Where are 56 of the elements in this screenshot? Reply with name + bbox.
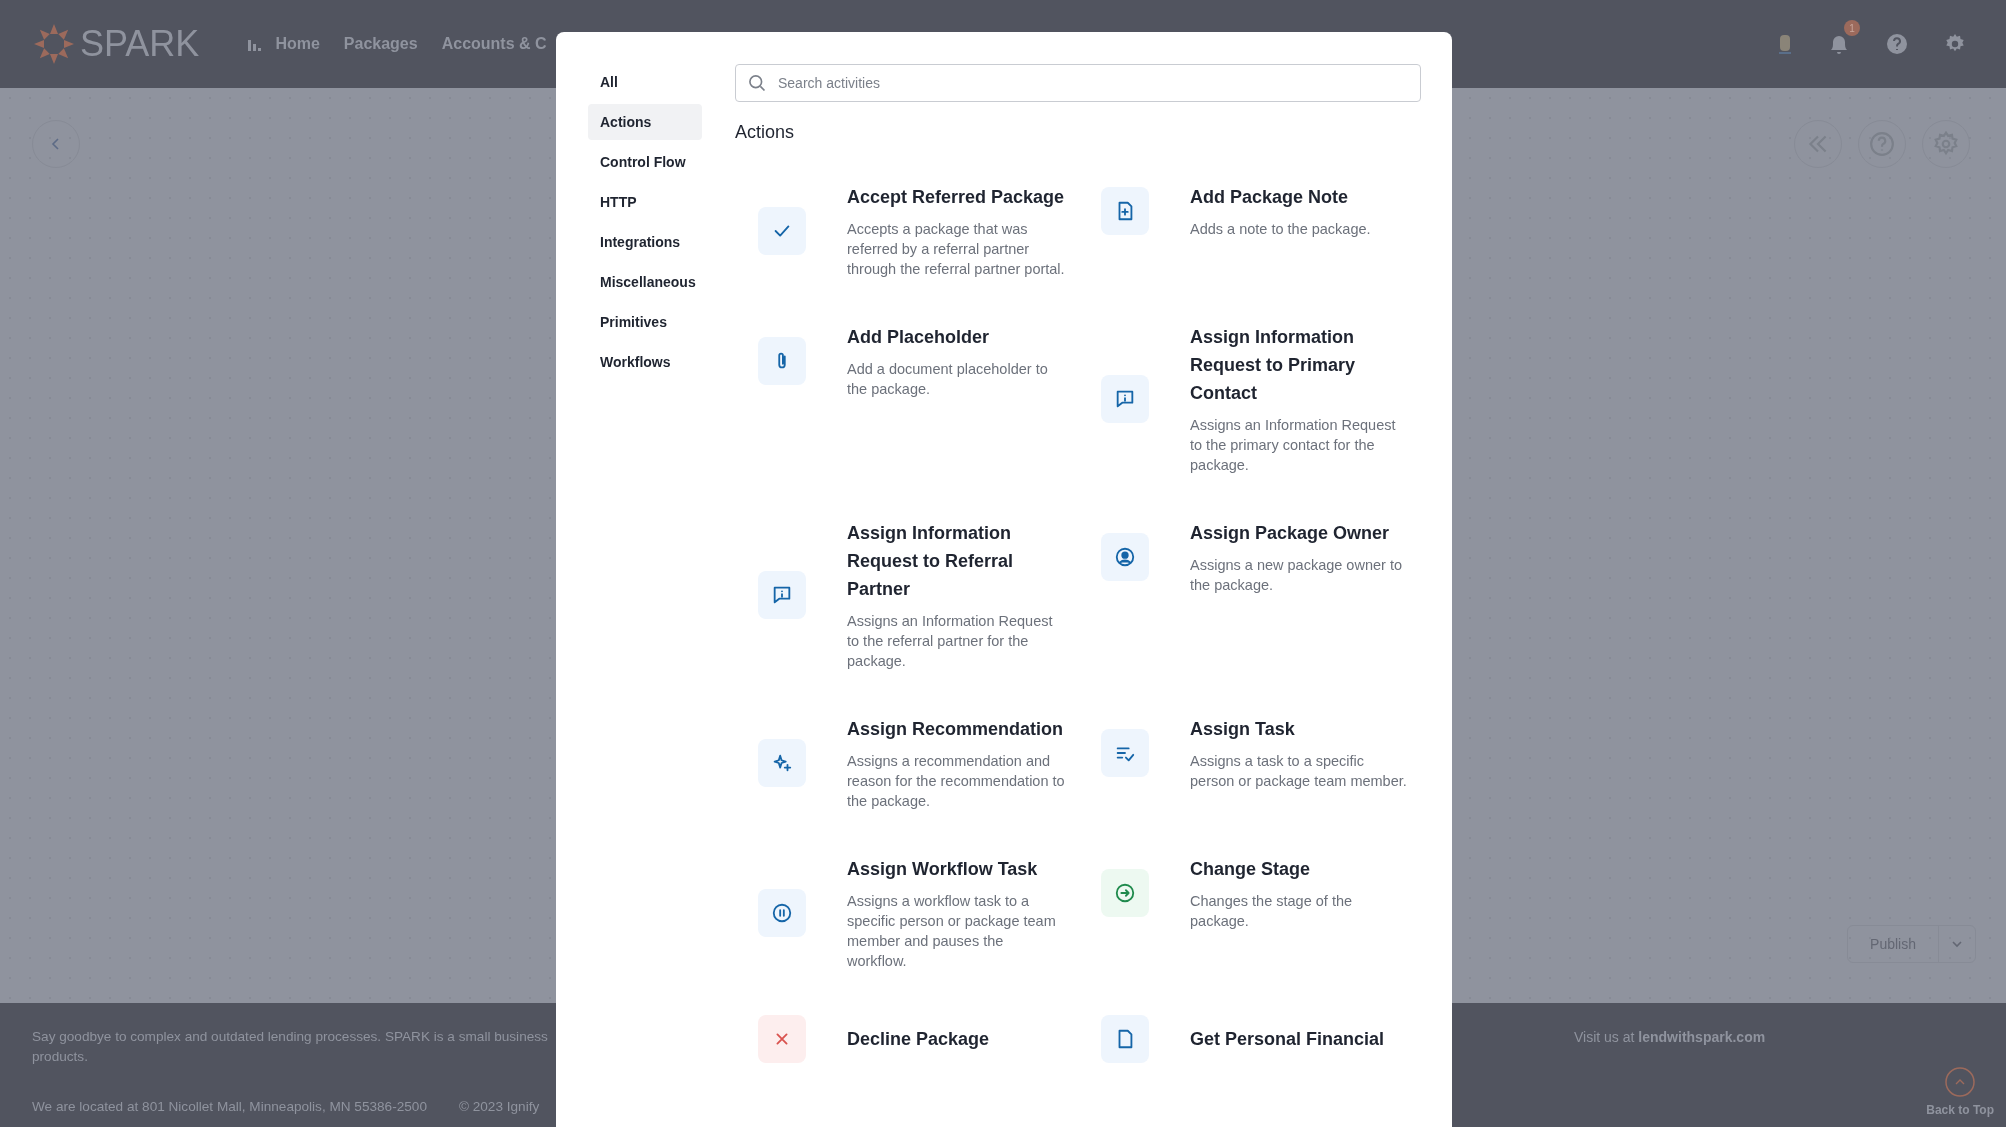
chevron-up-icon <box>1945 1067 1976 1097</box>
activity-icon-tile[interactable] <box>758 207 806 255</box>
activity-description: Assigns a recommendation and reason for the recommendation to the package. <box>847 752 1065 811</box>
activity-description: Assigns a workflow task to a specific person or package team member and pauses the workflow. <box>847 892 1057 971</box>
help-icon[interactable] <box>1886 33 1908 55</box>
category-tab[interactable]: Actions <box>588 104 702 140</box>
activity-icon-tile[interactable] <box>1101 533 1149 581</box>
activity-icon-tile[interactable] <box>758 337 806 385</box>
section-title: Actions <box>735 122 796 143</box>
activity-description: Changes the stage of the package. <box>1190 892 1354 931</box>
activity-icon-tile[interactable] <box>1101 729 1149 777</box>
activity-description: Assigns an Information Request to the primary contact for the package. <box>1190 416 1397 475</box>
category-tab[interactable]: Primitives <box>588 304 702 340</box>
activity-title[interactable]: Assign Information Request to Primary Contact <box>1190 323 1408 407</box>
search-icon <box>747 73 767 93</box>
activity-icon-tile[interactable] <box>758 571 806 619</box>
activity-title[interactable]: Assign Package Owner <box>1190 519 1408 547</box>
activity-title[interactable]: Add Placeholder <box>847 323 1065 351</box>
activity-title[interactable]: Change Stage <box>1190 855 1408 883</box>
activity-title[interactable]: Accept Referred Package <box>847 183 1065 211</box>
visit-text: Visit us at lendwithspark.com <box>1574 1028 1766 1047</box>
activity-title[interactable]: Assign Workflow Task <box>847 855 1065 883</box>
activity-title[interactable]: Decline Package <box>847 1025 1065 1053</box>
activity-description: Assigns a new package owner to the package. <box>1190 556 1403 595</box>
footer-address: We are located at 801 Nicollet Mall, Minneapolis, MN 55386-2500 <box>32 1098 427 1116</box>
activity-icon-tile[interactable] <box>1101 869 1149 917</box>
chevron-down-icon <box>1951 938 1963 950</box>
activity-title[interactable]: Assign Information Request to Referral Partner <box>847 519 1065 603</box>
activity-description: Adds a note to the package. <box>1190 220 1372 239</box>
activity-title[interactable]: Get Personal Financial <box>1190 1025 1408 1053</box>
activity-icon-tile[interactable] <box>1101 187 1149 235</box>
activity-description: Assigns an Information Request to the referral partner for the package. <box>847 612 1054 671</box>
activity-title[interactable]: Add Package Note <box>1190 183 1408 211</box>
logo-text: SPARK <box>80 23 200 65</box>
footer-tagline: Say goodbye to complex and outdated lending processes. SPARK is a small business <box>32 1028 548 1046</box>
footer-tagline: products. <box>32 1048 88 1066</box>
category-tab[interactable]: Miscellaneous <box>588 264 702 300</box>
category-tab[interactable]: All <box>588 64 702 100</box>
category-tab[interactable]: HTTP <box>588 184 702 220</box>
activity-icon-tile[interactable] <box>758 889 806 937</box>
activity-icon-tile[interactable] <box>758 739 806 787</box>
activity-title[interactable]: Assign Recommendation <box>847 715 1065 743</box>
activity-icon-tile[interactable] <box>1101 375 1149 423</box>
activity-description: Add a document placeholder to the package. <box>847 360 1049 399</box>
activity-description: Assigns a task to a specific person or package team member. <box>1190 752 1408 791</box>
copyright-text: © 2023 Ignify <box>458 1098 540 1116</box>
category-tab[interactable]: Workflows <box>588 344 702 380</box>
activity-title[interactable]: Assign Task <box>1190 715 1408 743</box>
notification-badge: 1 <box>1844 20 1860 36</box>
activity-description: Accepts a package that was referred by a referral partner through the referral partner portal. <box>847 220 1065 279</box>
activity-icon-tile[interactable] <box>1101 1015 1149 1063</box>
category-tab[interactable]: Control Flow <box>588 144 702 180</box>
activity-icon-tile[interactable] <box>758 1015 806 1063</box>
category-tab[interactable]: Integrations <box>588 224 702 260</box>
star-logo-icon <box>32 22 76 66</box>
search-field[interactable]: Search activities <box>735 64 1421 102</box>
